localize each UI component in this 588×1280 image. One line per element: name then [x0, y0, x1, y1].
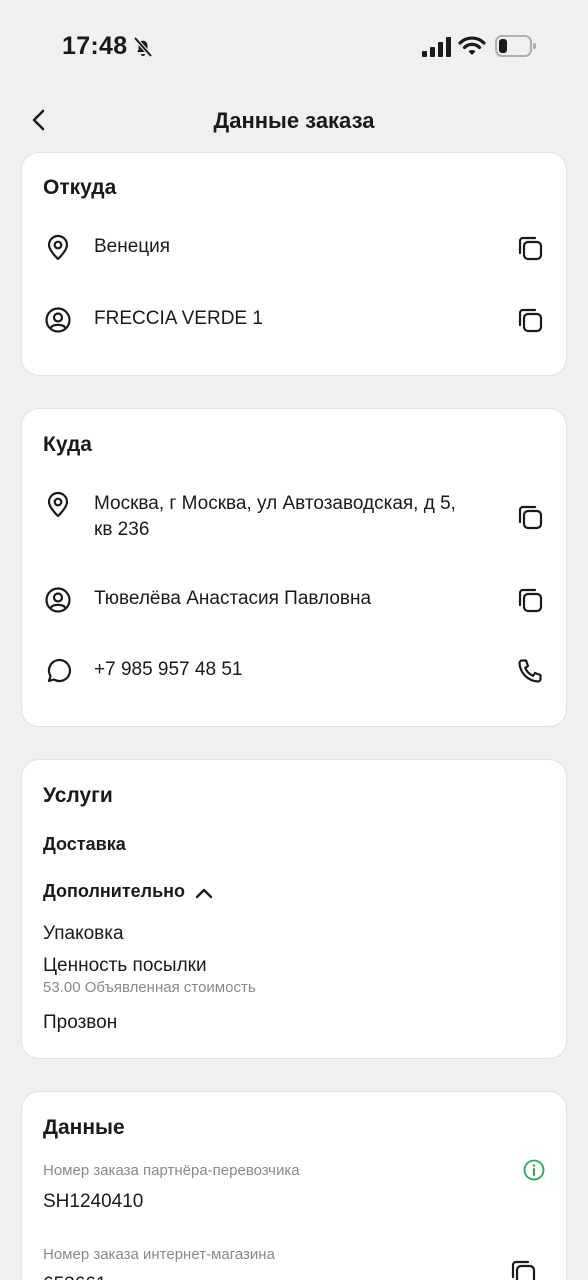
service-item-packaging: Упаковка: [43, 923, 124, 944]
location-pin-icon: [47, 491, 69, 518]
bell-off-icon: [133, 36, 153, 58]
additional-toggle-label[interactable]: Дополнительно: [43, 881, 185, 902]
status-bar: 17:48: [0, 0, 588, 90]
from-sender-text: FRECCIA VERDE 1: [94, 308, 263, 329]
page-title: Данные заказа: [213, 108, 375, 133]
wifi-icon: [458, 36, 486, 55]
copy-icon[interactable]: [516, 586, 544, 614]
chevron-up-icon[interactable]: [194, 883, 214, 903]
location-pin-icon: [47, 234, 69, 261]
details-card: Данные Номер заказа партнёра-перевозчика…: [21, 1091, 567, 1280]
services-title: Услуги: [43, 784, 113, 807]
from-title: Откуда: [43, 176, 117, 199]
details-title: Данные: [43, 1116, 125, 1139]
delivery-label: Доставка: [43, 834, 126, 854]
to-recipient-text: Тювелёва Анастасия Павловна: [94, 588, 372, 609]
service-item-call: Прозвон: [43, 1012, 118, 1033]
copy-icon[interactable]: [516, 306, 544, 334]
copy-icon[interactable]: [509, 1258, 537, 1280]
user-circle-icon: [45, 587, 71, 613]
from-card: Откуда Венеция FRECCIA VERDE 1: [21, 152, 567, 376]
copy-icon[interactable]: [516, 503, 544, 531]
to-title: Куда: [43, 433, 92, 456]
carrier-order-label: Номер заказа партнёра-перевозчика: [43, 1162, 300, 1179]
app-header: Данные заказа: [0, 95, 588, 147]
order-details-screen: 17:48 Данные заказа Откуда Венеция FRECC…: [0, 0, 588, 1280]
chat-bubble-icon: [47, 658, 72, 683]
service-item-declared-value: Ценность посылки: [43, 955, 207, 976]
cellular-signal-icon: [422, 37, 451, 57]
declared-value-note: 53.00 Объявленная стоимость: [43, 979, 256, 996]
from-city-text: Венеция: [94, 236, 171, 257]
carrier-order-value: SH1240410: [43, 1191, 144, 1212]
battery-icon: [495, 35, 536, 57]
phone-icon[interactable]: [516, 657, 544, 685]
info-icon[interactable]: [523, 1159, 545, 1181]
shop-order-value: 653661: [43, 1274, 106, 1280]
services-card: Услуги Доставка Дополнительно Упаковка Ц…: [21, 759, 567, 1059]
status-time: 17:48: [62, 32, 128, 60]
to-card: Куда Москва, г Москва, ул Автозаводская,…: [21, 408, 567, 727]
user-circle-icon: [45, 307, 71, 333]
to-phone-text: +7 985 957 48 51: [94, 659, 243, 680]
to-address-text: Москва, г Москва, ул Автозаводская, д 5,…: [94, 493, 456, 540]
copy-icon[interactable]: [516, 234, 544, 262]
shop-order-label: Номер заказа интернет-магазина: [43, 1246, 275, 1263]
